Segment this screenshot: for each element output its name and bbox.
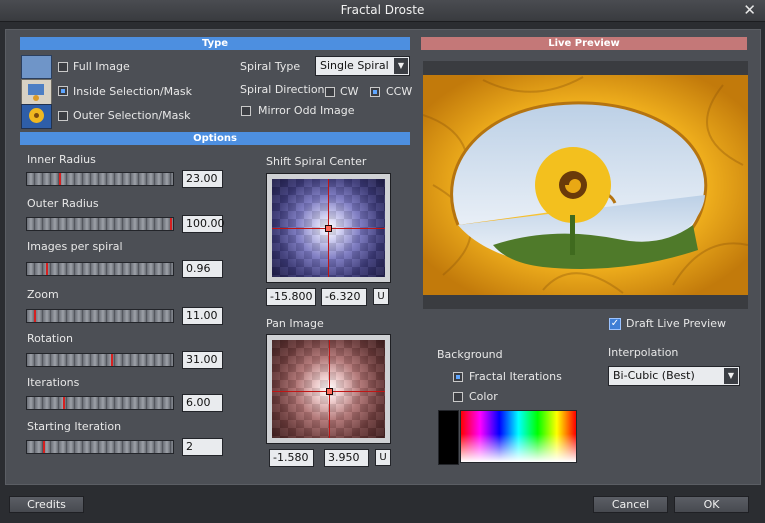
inside-selection-icon <box>21 79 52 105</box>
iterations-thumb[interactable] <box>63 397 65 409</box>
rotation-slider[interactable] <box>26 353 174 367</box>
outer-selection-label: Outer Selection/Mask <box>73 109 191 122</box>
interpolation-value: Bi-Cubic (Best) <box>613 369 695 382</box>
shift-center-pad[interactable] <box>266 173 391 283</box>
pan-image-handle[interactable] <box>326 388 333 395</box>
credits-button[interactable]: Credits <box>9 496 84 513</box>
close-icon[interactable]: ✕ <box>743 1 756 19</box>
chevron-down-icon: ▼ <box>724 368 738 384</box>
background-label: Background <box>437 348 503 361</box>
inside-selection-radio[interactable] <box>58 86 68 96</box>
spiral-type-value: Single Spiral <box>320 59 389 72</box>
cw-radio[interactable] <box>325 87 335 97</box>
sunflower-droste-icon <box>423 75 748 295</box>
cw-label: CW <box>340 85 359 98</box>
live-preview-image[interactable] <box>423 75 748 295</box>
background-color-swatch[interactable] <box>438 410 459 465</box>
shift-center-label: Shift Spiral Center <box>266 155 367 168</box>
pan-image-label: Pan Image <box>266 317 324 330</box>
full-image-radio[interactable] <box>58 62 68 72</box>
shift-center-y-input[interactable]: -6.320 <box>321 288 367 306</box>
live-preview-header: Live Preview <box>421 37 747 50</box>
rotation-label: Rotation <box>27 332 74 345</box>
rotation-thumb[interactable] <box>111 354 113 366</box>
zoom-slider[interactable] <box>26 309 174 323</box>
iterations-slider[interactable] <box>26 396 174 410</box>
outer-radius-thumb[interactable] <box>170 218 172 230</box>
spiral-type-label: Spiral Type <box>240 60 301 73</box>
iterations-input[interactable]: 6.00 <box>182 394 223 412</box>
type-header: Type <box>20 37 410 50</box>
inner-radius-label: Inner Radius <box>27 153 96 166</box>
zoom-thumb[interactable] <box>34 310 36 322</box>
outer-selection-radio[interactable] <box>58 111 68 121</box>
rotation-input[interactable]: 31.00 <box>182 351 223 369</box>
cancel-button[interactable]: Cancel <box>593 496 668 513</box>
starting-iteration-label: Starting Iteration <box>27 420 122 433</box>
pan-image-pad[interactable] <box>266 334 391 444</box>
zoom-label: Zoom <box>27 288 59 301</box>
options-header: Options <box>20 132 410 145</box>
starting-iteration-input[interactable]: 2 <box>182 438 223 456</box>
inner-radius-slider[interactable] <box>26 172 174 186</box>
images-per-spiral-slider[interactable] <box>26 262 174 276</box>
live-preview-frame <box>423 61 748 309</box>
window-title: Fractal Droste <box>340 3 425 17</box>
outer-radius-slider[interactable] <box>26 217 174 231</box>
mirror-odd-label: Mirror Odd Image <box>258 104 355 117</box>
shift-center-reset-button[interactable]: U <box>373 288 389 305</box>
ccw-radio[interactable] <box>370 87 380 97</box>
chevron-down-icon: ▼ <box>394 58 408 74</box>
zoom-input[interactable]: 11.00 <box>182 307 223 325</box>
ok-button[interactable]: OK <box>674 496 749 513</box>
spiral-type-select[interactable]: Single Spiral ▼ <box>315 56 410 76</box>
ccw-label: CCW <box>386 85 413 98</box>
outer-radius-label: Outer Radius <box>27 197 99 210</box>
fractal-iterations-label: Fractal Iterations <box>469 370 562 383</box>
full-image-icon <box>21 55 52 79</box>
inner-radius-thumb[interactable] <box>59 173 61 185</box>
pan-image-reset-button[interactable]: U <box>375 449 391 466</box>
mirror-odd-checkbox[interactable] <box>241 106 251 116</box>
spiral-direction-label: Spiral Direction <box>240 83 325 96</box>
images-per-spiral-thumb[interactable] <box>46 263 48 275</box>
pan-image-y-input[interactable]: 3.950 <box>324 449 369 467</box>
starting-iteration-slider[interactable] <box>26 440 174 454</box>
outer-radius-input[interactable]: 100.00 <box>182 215 225 233</box>
draft-preview-label: Draft Live Preview <box>626 317 726 330</box>
color-radio[interactable] <box>453 392 463 402</box>
draft-preview-checkbox[interactable]: ✓ <box>609 318 621 330</box>
shift-center-x-input[interactable]: -15.800 <box>266 288 316 306</box>
interpolation-select[interactable]: Bi-Cubic (Best) ▼ <box>608 366 740 386</box>
fractal-iterations-radio[interactable] <box>453 372 463 382</box>
title-bar: Fractal Droste ✕ <box>0 0 765 22</box>
color-label: Color <box>469 390 498 403</box>
inside-selection-label: Inside Selection/Mask <box>73 85 192 98</box>
images-per-spiral-label: Images per spiral <box>27 240 123 253</box>
iterations-label: Iterations <box>27 376 80 389</box>
interpolation-label: Interpolation <box>608 346 679 359</box>
shift-center-handle[interactable] <box>325 225 332 232</box>
pan-image-x-input[interactable]: -1.580 <box>269 449 314 467</box>
inner-radius-input[interactable]: 23.00 <box>182 170 223 188</box>
color-spectrum-picker[interactable] <box>460 410 577 463</box>
full-image-label: Full Image <box>73 60 130 73</box>
starting-iteration-thumb[interactable] <box>43 441 45 453</box>
outer-selection-icon <box>21 104 52 129</box>
images-per-spiral-input[interactable]: 0.96 <box>182 260 223 278</box>
